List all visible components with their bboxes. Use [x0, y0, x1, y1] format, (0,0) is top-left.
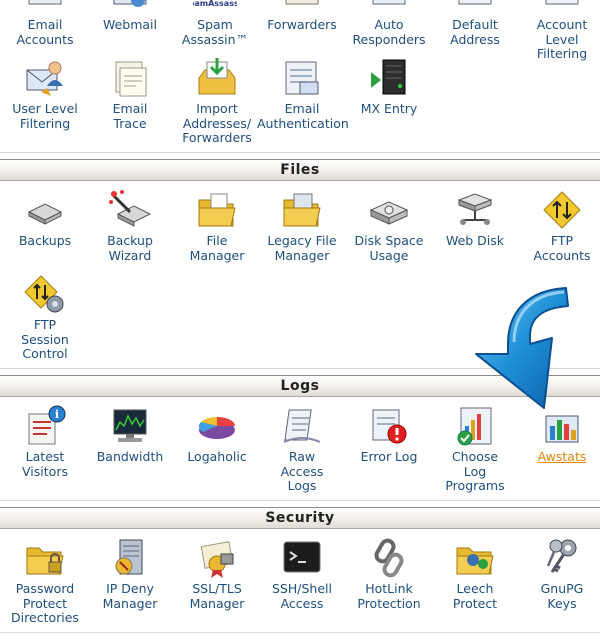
disk-drive-icon: [369, 201, 409, 225]
locked-folder-icon: [26, 547, 64, 575]
email-accounts-icon: [28, 0, 62, 5]
legacy-file-manager-link[interactable]: Legacy File Manager: [257, 188, 347, 263]
logaholic-link[interactable]: Logaholic: [172, 404, 262, 465]
import-addresses-link[interactable]: Import Addresses/ Forwarders: [172, 56, 262, 146]
folder-icon: [198, 193, 236, 227]
mx-server-icon: [371, 59, 406, 95]
gnupg-keys-link[interactable]: GnuPG Keys: [517, 536, 600, 611]
error-log-link[interactable]: Error Log: [344, 404, 434, 465]
raw-access-logs-link[interactable]: Raw Access Logs: [257, 404, 347, 494]
password-protect-directories-link[interactable]: Password Protect Directories: [0, 536, 90, 626]
keys-icon: [546, 539, 577, 573]
svg-text:SpamAssassin: SpamAssassin: [193, 0, 237, 8]
email-trace-link[interactable]: Email Trace: [85, 56, 175, 131]
ftp-session-control-link[interactable]: FTP Session Control: [0, 272, 90, 362]
ftp-accounts-icon: [543, 191, 581, 229]
forwarders-link[interactable]: Forwarders: [257, 0, 347, 33]
backup-wizard-icon: [109, 190, 152, 227]
latest-visitors-icon: i: [28, 405, 66, 445]
file-manager-link[interactable]: File Manager: [172, 188, 262, 263]
email-authentication-link[interactable]: Email Authentication: [257, 56, 349, 131]
security-section-title: Security: [265, 510, 335, 526]
forwarders-icon: [285, 0, 319, 5]
terminal-icon: [283, 541, 321, 573]
ssl-tls-manager-link[interactable]: SSL/TLS Manager: [172, 536, 262, 611]
bandwidth-link[interactable]: Bandwidth: [85, 404, 175, 465]
ssh-shell-access-link[interactable]: SSH/Shell Access: [257, 536, 347, 611]
default-address-link[interactable]: Default Address: [430, 0, 520, 47]
user-level-filtering-link[interactable]: User Level Filtering: [0, 56, 90, 131]
email-trace-icon: [115, 61, 147, 97]
divider: [0, 632, 600, 633]
ip-deny-icon: [115, 539, 143, 575]
import-icon: [198, 58, 236, 95]
spam-assassin-link[interactable]: SpamAssassin Spam Assassin™: [170, 0, 260, 47]
backups-icon: [27, 203, 63, 225]
auto-responders-link[interactable]: Auto Responders: [344, 0, 434, 47]
email-auth-icon: [285, 61, 319, 95]
divider: [0, 152, 600, 153]
email-accounts-link[interactable]: Email Accounts: [0, 0, 90, 47]
raw-logs-icon: [283, 409, 321, 443]
chain-link-icon: [374, 538, 404, 578]
web-disk-link[interactable]: Web Disk: [430, 188, 520, 249]
webmail-icon: [113, 0, 147, 7]
pie-chart-icon: [198, 417, 235, 439]
choose-log-programs-link[interactable]: Choose Log Programs: [430, 404, 520, 494]
leech-protect-icon: [456, 547, 494, 575]
web-disk-icon: [457, 193, 493, 225]
files-section-title: Files: [280, 162, 320, 178]
divider: [0, 500, 600, 501]
legacy-folder-icon: [283, 193, 321, 227]
files-section-header: Files: [0, 159, 600, 181]
backups-link[interactable]: Backups: [0, 188, 90, 249]
latest-visitors-link[interactable]: i Latest Visitors: [0, 404, 90, 479]
disk-space-usage-link[interactable]: Disk Space Usage: [344, 188, 434, 263]
user-filter-icon: [26, 61, 63, 96]
ftp-session-icon: [24, 275, 64, 313]
security-section-header: Security: [0, 507, 600, 529]
auto-responders-icon: [372, 0, 406, 5]
default-address-icon: [458, 0, 492, 5]
spamassassin-logo-icon: SpamAssassin: [193, 0, 237, 8]
mx-entry-link[interactable]: MX Entry: [344, 56, 434, 117]
ip-deny-manager-link[interactable]: IP Deny Manager: [85, 536, 175, 611]
pointer-arrow-icon: [475, 287, 569, 409]
error-log-icon: [372, 409, 407, 444]
ssl-certificate-icon: [200, 541, 234, 578]
bandwidth-icon: [113, 409, 147, 442]
leech-protect-link[interactable]: Leech Protect: [430, 536, 520, 611]
svg-text:i: i: [55, 408, 59, 421]
hotlink-protection-link[interactable]: HotLink Protection: [344, 536, 434, 611]
account-level-filtering-link[interactable]: Account Level Filtering: [517, 0, 600, 62]
ftp-accounts-link[interactable]: FTP Accounts: [517, 188, 600, 263]
backup-wizard-link[interactable]: Backup Wizard: [85, 188, 175, 263]
account-filter-icon: [545, 0, 579, 5]
webmail-link[interactable]: Webmail: [85, 0, 175, 33]
